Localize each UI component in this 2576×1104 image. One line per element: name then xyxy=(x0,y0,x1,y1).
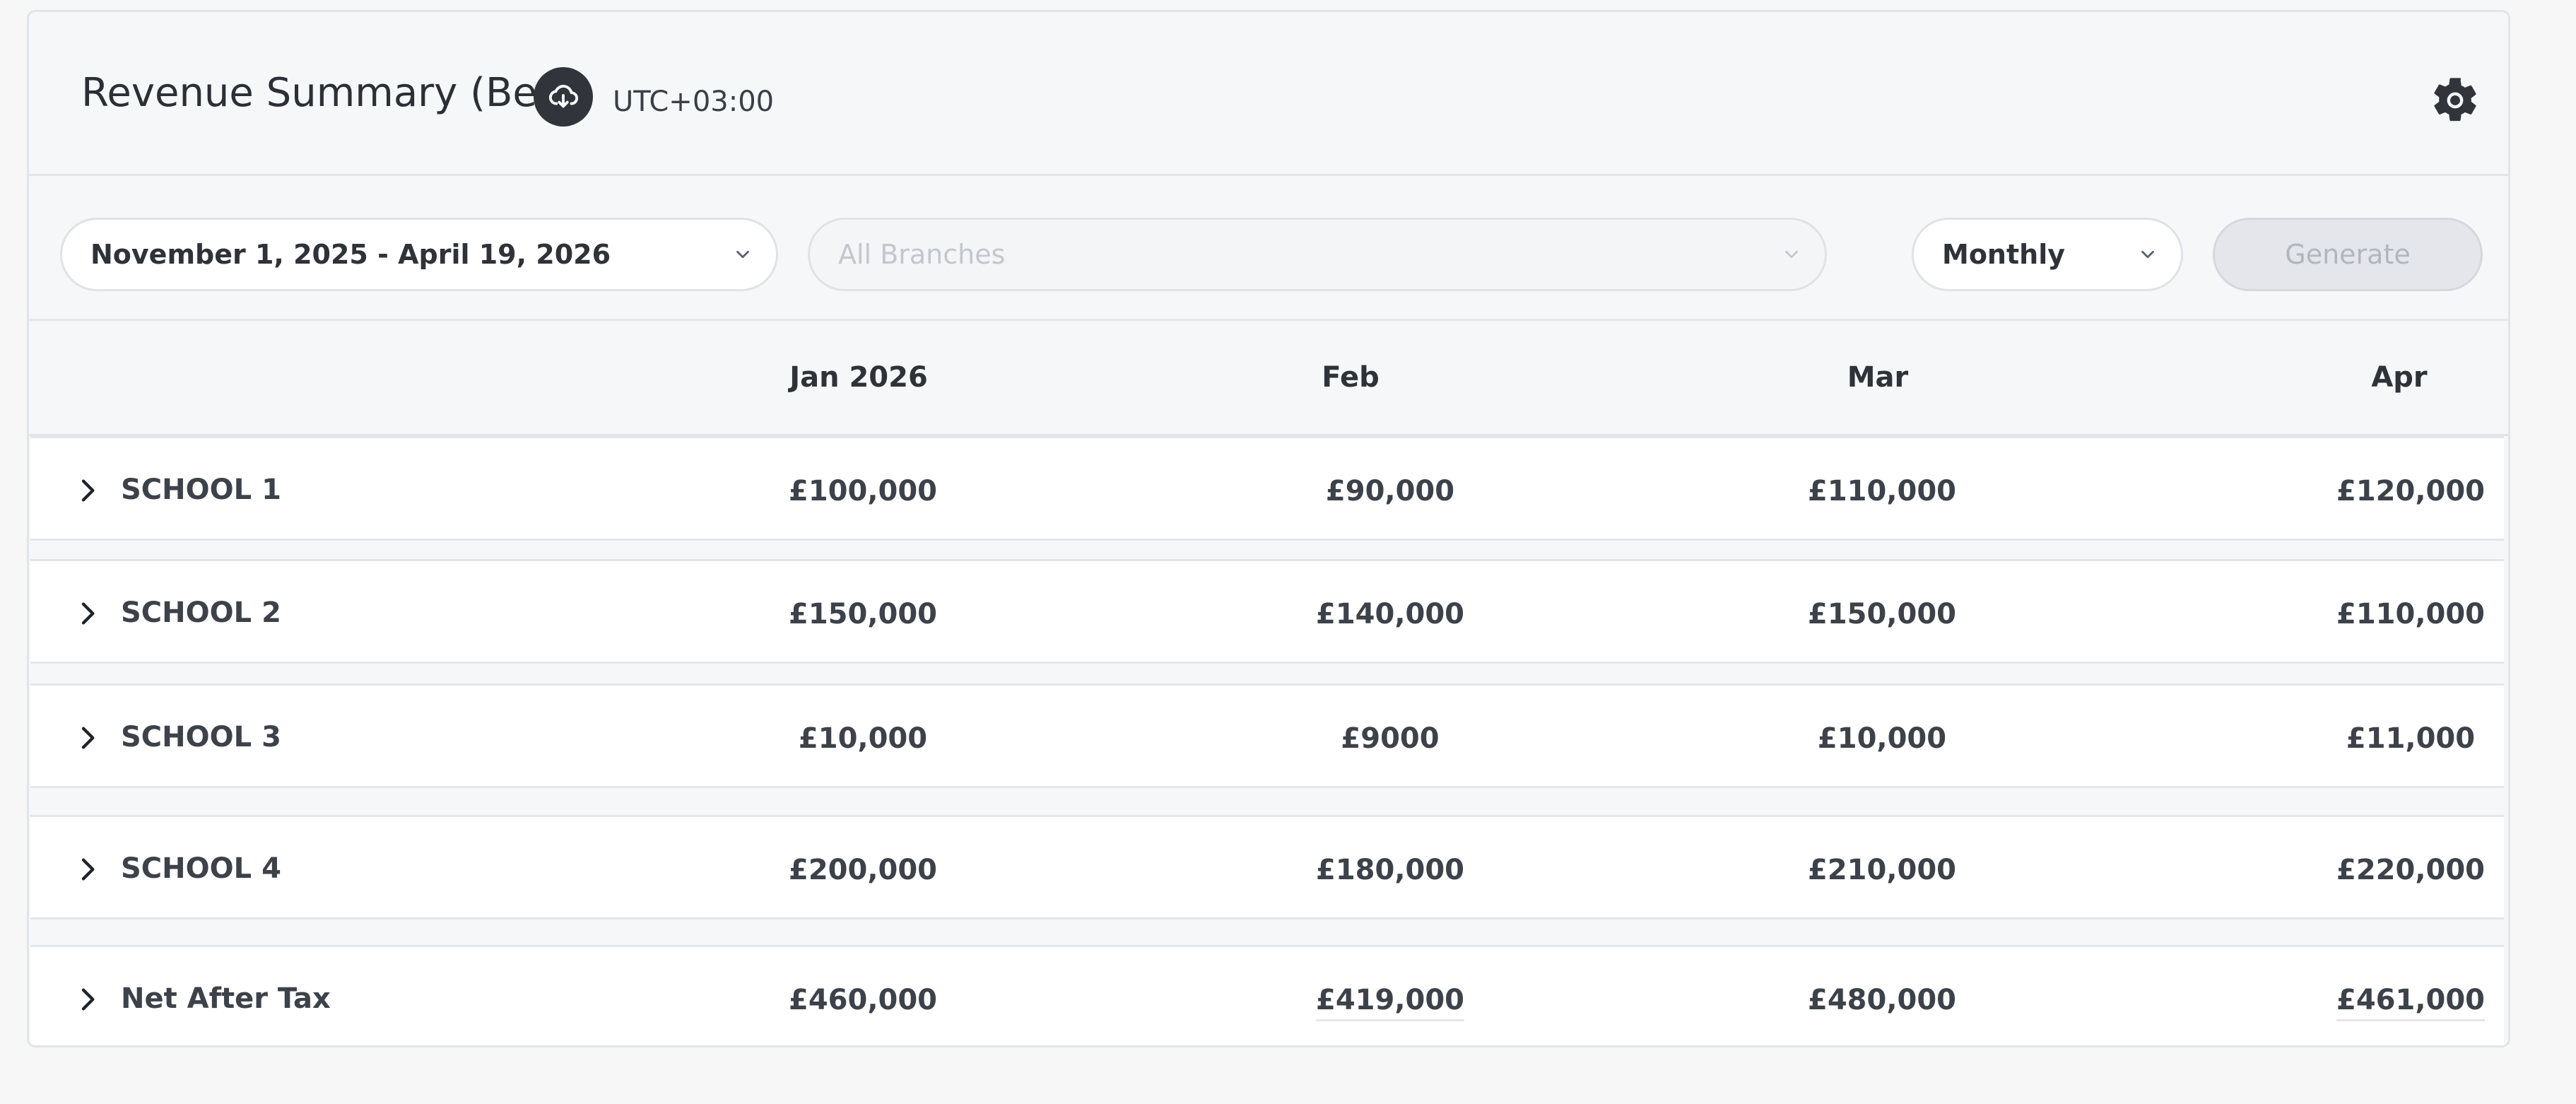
cell-value: £100,000 xyxy=(788,475,938,507)
table-header: Jan 2026 Feb Mar Apr xyxy=(29,323,2508,436)
branches-select[interactable]: All Branches xyxy=(808,218,1827,291)
column-header-feb: Feb xyxy=(1322,361,1380,394)
period-value: Monthly xyxy=(1942,239,2065,270)
gear-icon xyxy=(2434,78,2476,122)
download-button[interactable] xyxy=(534,67,593,127)
chevron-right-icon[interactable] xyxy=(73,984,101,1015)
row-label: SCHOOL 2 xyxy=(121,597,281,629)
cell-value: £10,000 xyxy=(1817,722,1947,755)
row-label: Net After Tax xyxy=(121,982,331,1015)
panel-header: Revenue Summary (Beta) UTC+03:00 xyxy=(29,12,2508,176)
cell-value: £140,000 xyxy=(1315,598,1465,630)
cell-value: £90,000 xyxy=(1325,475,1455,507)
table-row[interactable]: SCHOOL 1 £100,000 £90,000 £110,000 £120,… xyxy=(30,436,2504,541)
cell-value: £10,000 xyxy=(798,722,928,755)
cell-value: £210,000 xyxy=(1807,854,1957,886)
table-row[interactable]: SCHOOL 2 £150,000 £140,000 £150,000 £110… xyxy=(30,559,2504,664)
cell-value: £110,000 xyxy=(1807,475,1957,507)
date-range-select[interactable]: November 1, 2025 - April 19, 2026 xyxy=(60,218,778,291)
cell-value: £220,000 xyxy=(2336,854,2486,886)
chevron-down-icon xyxy=(2141,250,2154,259)
cell-value: £460,000 xyxy=(788,984,938,1016)
cell-value: £461,000 xyxy=(2336,984,2486,1021)
date-range-value: November 1, 2025 - April 19, 2026 xyxy=(90,239,611,270)
cell-value: £180,000 xyxy=(1315,854,1465,886)
settings-button[interactable] xyxy=(2426,71,2484,129)
table-row-total[interactable]: Net After Tax £460,000 £419,000 £480,000… xyxy=(30,945,2504,1045)
cell-value: £120,000 xyxy=(2336,475,2486,507)
cell-value: £9000 xyxy=(1341,722,1440,755)
cell-value: £11,000 xyxy=(2346,722,2476,755)
column-header-jan: Jan 2026 xyxy=(789,361,928,394)
period-select[interactable]: Monthly xyxy=(1912,218,2183,291)
chevron-right-icon[interactable] xyxy=(73,722,101,753)
cell-value: £200,000 xyxy=(788,854,938,886)
row-label: SCHOOL 1 xyxy=(121,474,281,506)
cloud-download-icon xyxy=(548,85,579,108)
row-label: SCHOOL 4 xyxy=(121,852,281,885)
table-row[interactable]: SCHOOL 3 £10,000 £9000 £10,000 £11,000 xyxy=(30,683,2504,788)
cell-value: £480,000 xyxy=(1807,984,1957,1016)
chevron-right-icon[interactable] xyxy=(73,475,101,506)
cell-value: £110,000 xyxy=(2336,598,2486,630)
row-label: SCHOOL 3 xyxy=(121,721,281,753)
chevron-right-icon[interactable] xyxy=(73,598,101,629)
page-title: Revenue Summary (Beta) xyxy=(81,70,592,116)
column-header-apr: Apr xyxy=(2371,361,2428,394)
cell-value: £150,000 xyxy=(788,598,938,630)
cell-value: £419,000 xyxy=(1315,984,1465,1021)
generate-button[interactable]: Generate xyxy=(2213,218,2483,291)
timezone-label: UTC+03:00 xyxy=(613,86,775,118)
revenue-summary-panel: Revenue Summary (Beta) UTC+03:00 Novembe… xyxy=(27,10,2510,1047)
filter-bar: November 1, 2025 - April 19, 2026 All Br… xyxy=(29,178,2508,321)
chevron-down-icon xyxy=(1785,250,1798,259)
chevron-right-icon[interactable] xyxy=(73,854,101,885)
column-header-mar: Mar xyxy=(1847,361,1909,394)
cell-value: £150,000 xyxy=(1807,598,1957,630)
chevron-down-icon xyxy=(736,250,749,259)
branches-placeholder: All Branches xyxy=(838,239,1006,270)
table-row[interactable]: SCHOOL 4 £200,000 £180,000 £210,000 £220… xyxy=(30,815,2504,920)
